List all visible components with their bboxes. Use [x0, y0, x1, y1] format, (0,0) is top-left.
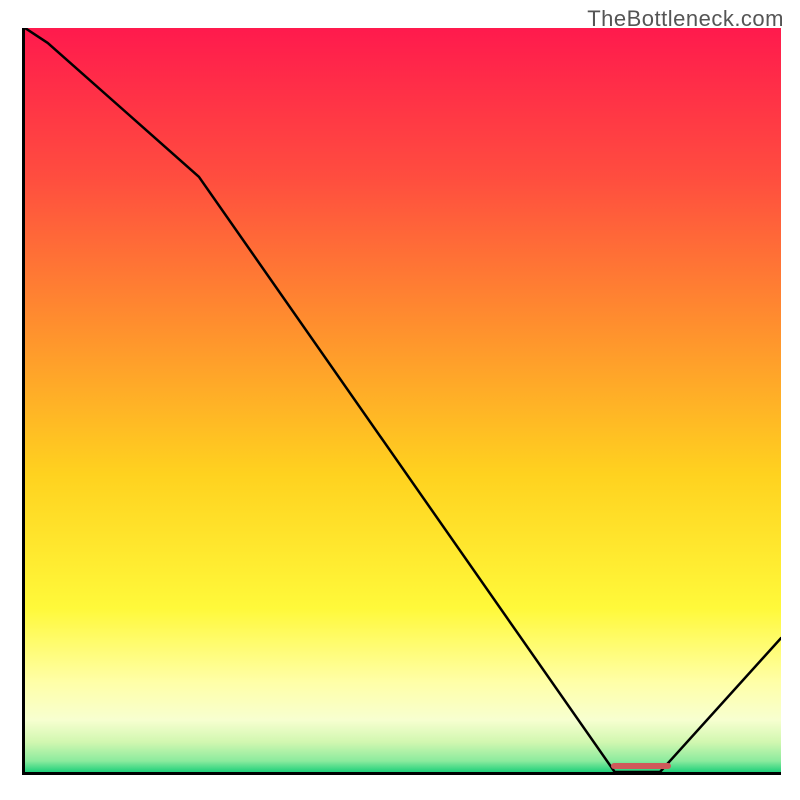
- watermark-text: TheBottleneck.com: [587, 6, 784, 32]
- chart-container: TheBottleneck.com: [0, 0, 800, 800]
- highlight-marker: [611, 763, 671, 769]
- chart-area: [22, 28, 781, 775]
- chart-line: [25, 28, 781, 772]
